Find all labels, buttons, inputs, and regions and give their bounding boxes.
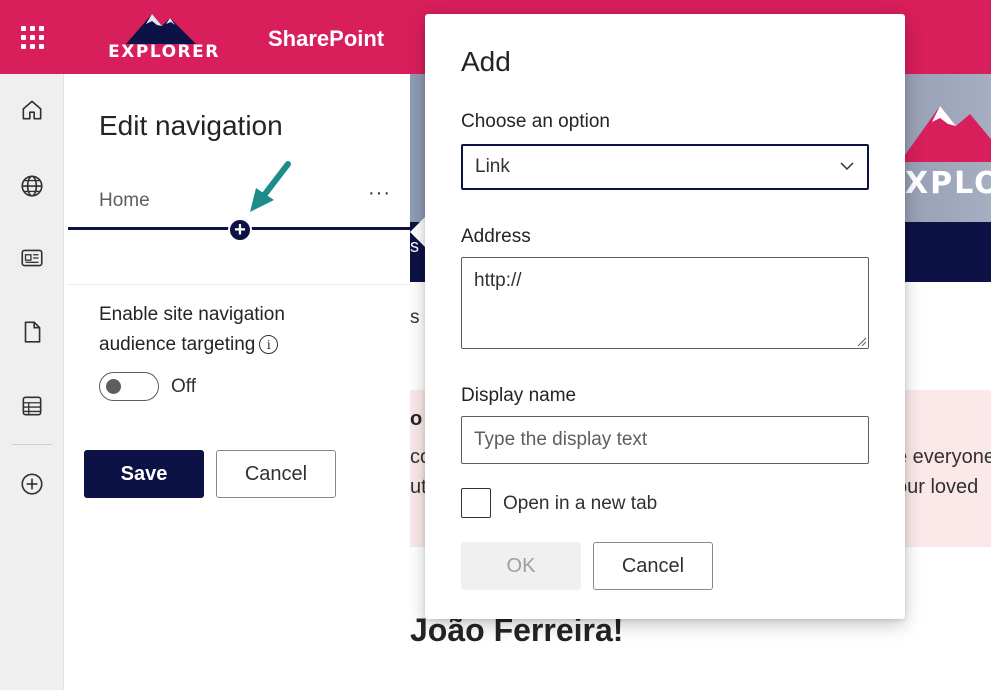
rail-files[interactable]	[16, 316, 48, 348]
hero-mountain-icon	[900, 106, 991, 162]
info-icon[interactable]: i	[259, 335, 279, 355]
banner-heading-fragment: o	[410, 408, 423, 430]
rail-home[interactable]	[16, 94, 48, 126]
banner-text-right-2: our loved	[896, 476, 979, 498]
new-tab-label[interactable]: Open in a new tab	[503, 493, 657, 515]
chevron-down-icon	[840, 162, 854, 171]
new-tab-checkbox[interactable]	[461, 488, 491, 518]
cancel-button[interactable]: Cancel	[216, 450, 336, 498]
more-options-button[interactable]: ···	[368, 182, 391, 205]
display-name-placeholder: Type the display text	[474, 429, 648, 450]
globe-icon	[21, 175, 43, 197]
add-link-button[interactable]: +	[228, 218, 252, 242]
option-label: Choose an option	[461, 111, 610, 132]
document-icon	[24, 321, 41, 343]
add-link-dialog: Add Choose an option Link Address http:/…	[425, 14, 905, 619]
dialog-cancel-button[interactable]: Cancel	[593, 542, 713, 590]
app-title[interactable]: SharePoint	[268, 26, 384, 52]
rail-lists[interactable]	[16, 390, 48, 422]
rail-news[interactable]	[16, 242, 48, 274]
logo-text: EXPLORER	[108, 42, 220, 62]
app-launcher-icon	[20, 25, 44, 49]
rail-divider	[12, 444, 52, 445]
banner-text-right-1: e everyone	[896, 446, 991, 468]
add-icon	[21, 473, 43, 495]
audience-targeting-text: Enable site navigation audience targetin…	[99, 304, 285, 355]
ok-button[interactable]: OK	[461, 542, 581, 590]
dialog-title: Add	[461, 46, 511, 77]
home-icon	[22, 100, 42, 120]
callout-beak	[410, 216, 426, 248]
audience-targeting-label: Enable site navigation audience targetin…	[99, 300, 359, 360]
toggle-state-label: Off	[171, 376, 196, 397]
display-name-field[interactable]: Type the display text	[461, 416, 869, 464]
rail-create[interactable]	[16, 468, 48, 500]
app-launcher-button[interactable]	[0, 0, 64, 74]
save-button[interactable]: Save	[84, 450, 204, 498]
display-name-label: Display name	[461, 385, 577, 406]
hero-logo-text: XPLORER	[905, 166, 991, 201]
option-dropdown[interactable]: Link	[461, 144, 869, 190]
site-logo[interactable]: EXPLORER	[104, 8, 224, 66]
address-field[interactable]: http://	[461, 257, 869, 349]
panel-divider	[68, 284, 410, 285]
app-rail	[0, 74, 64, 690]
toggle-knob	[106, 379, 121, 394]
address-value: http://	[474, 270, 522, 291]
option-value: Link	[475, 156, 510, 177]
rail-sites[interactable]	[16, 170, 48, 202]
address-label: Address	[461, 226, 531, 247]
nav-item-home[interactable]: Home	[99, 190, 150, 212]
audience-targeting-toggle[interactable]	[99, 372, 159, 401]
resize-handle-icon[interactable]	[856, 336, 866, 346]
plus-icon: +	[234, 219, 246, 241]
edit-navigation-panel: Edit navigation Home ··· + Enable site n…	[68, 74, 410, 690]
page-text-fragment: s	[410, 307, 420, 328]
list-icon	[22, 396, 42, 416]
news-icon	[21, 249, 43, 267]
panel-title: Edit navigation	[99, 110, 283, 141]
pointer-arrow-icon	[250, 161, 291, 212]
